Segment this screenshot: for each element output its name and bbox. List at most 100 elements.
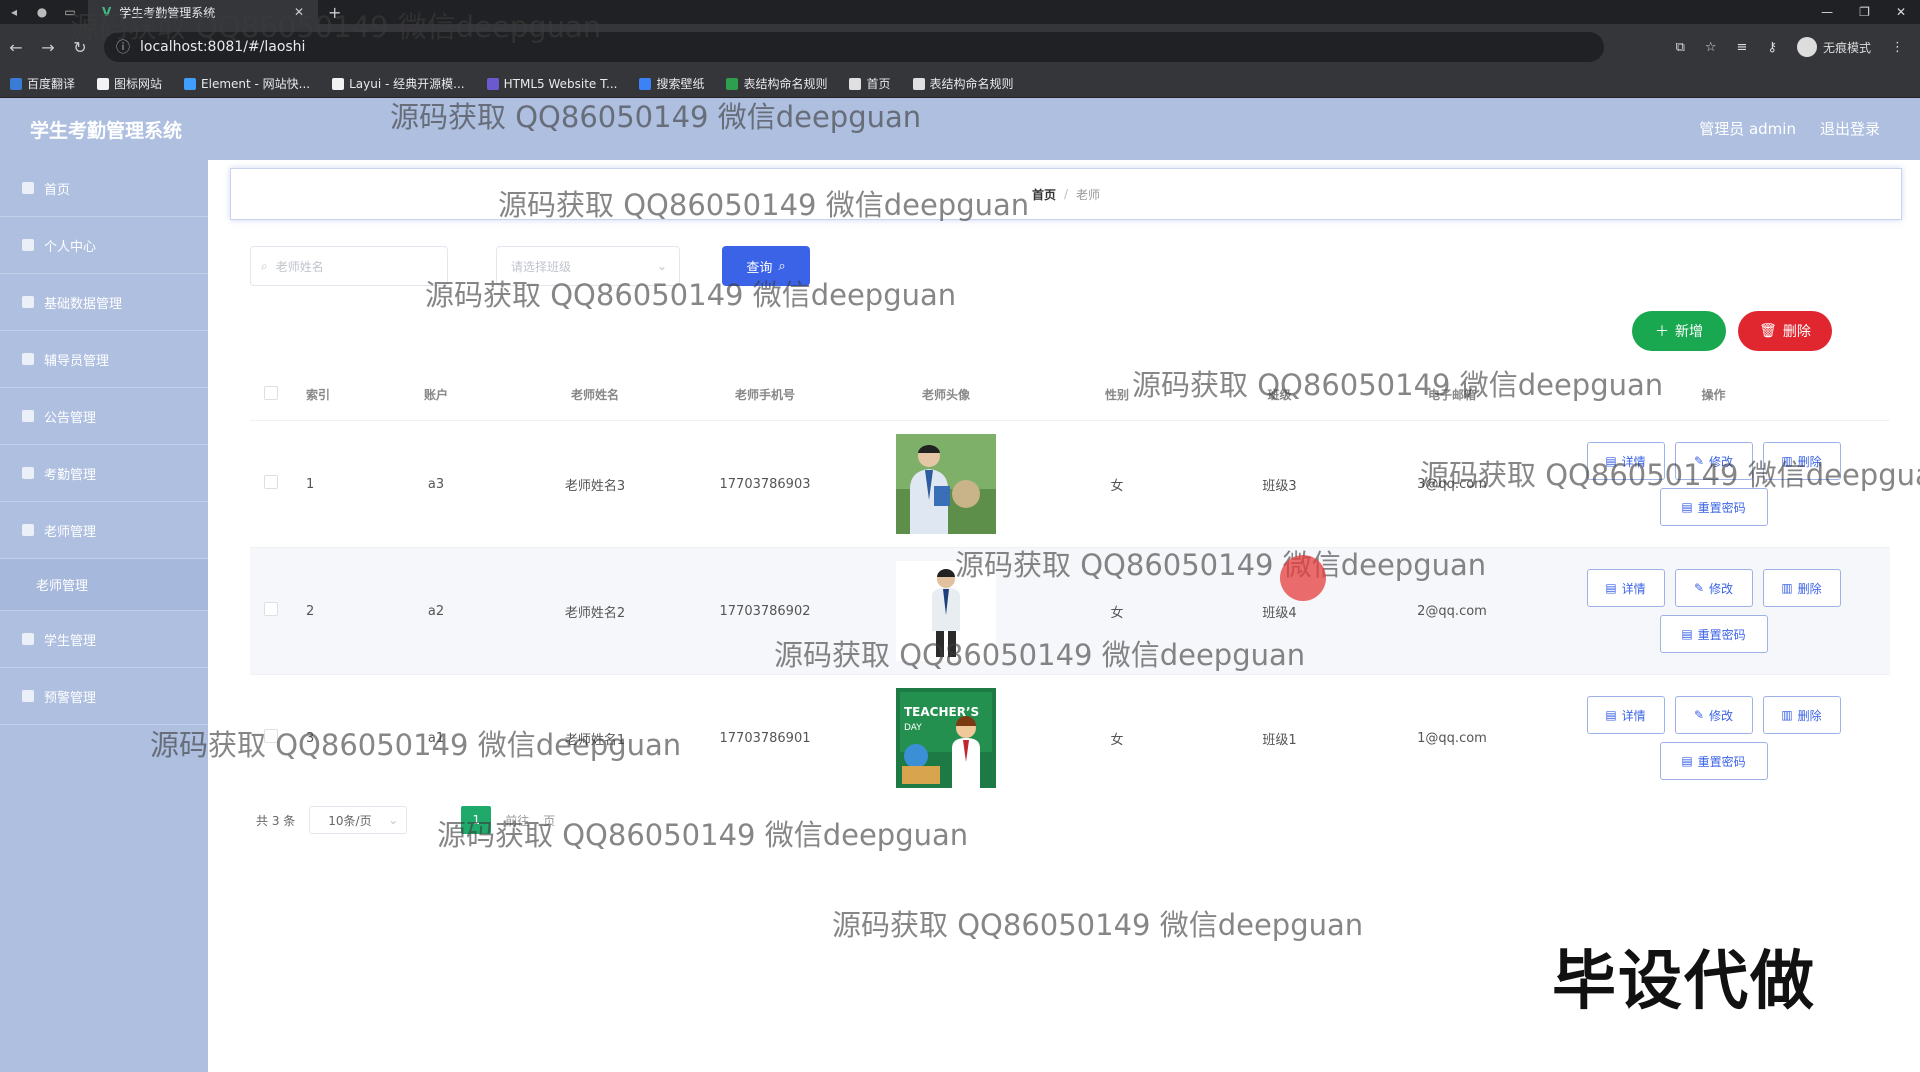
add-button[interactable]: ＋ 新增	[1632, 311, 1726, 351]
sidebar-item[interactable]: 个人中心	[0, 217, 208, 274]
url-input[interactable]: ⓘ localhost:8081/#/laoshi	[104, 32, 1604, 62]
page-size-select[interactable]: 10条/页 ⌄	[309, 806, 408, 834]
pencil-icon: ✎	[1693, 708, 1705, 722]
detail-button[interactable]: ▤ 详情	[1586, 569, 1665, 607]
browser-tab[interactable]: V 学生考勤管理系统 ✕	[88, 0, 318, 24]
bookmark-label: Element - 网站快...	[201, 77, 311, 91]
page-goto-label: 前往	[505, 813, 530, 828]
page-number-current[interactable]: 1	[461, 806, 492, 834]
url-text: localhost:8081/#/laoshi	[140, 39, 306, 55]
info-icon[interactable]: ⓘ	[116, 37, 130, 57]
page-size-value: 10条/页	[328, 813, 372, 828]
file-icon: ▤	[1681, 754, 1693, 768]
menu-icon	[22, 467, 34, 479]
key-icon[interactable]: ⚷	[1767, 40, 1777, 55]
file-icon: ▤	[1605, 708, 1617, 722]
app: 学生考勤管理系统 管理员 admin 退出登录 首页 个人中心 基础数据管理 辅导员管…	[0, 98, 1920, 1072]
reset-password-button[interactable]: ▤ 重置密码	[1659, 488, 1768, 526]
sidebar-item[interactable]: 公告管理	[0, 388, 208, 445]
edit-button[interactable]: ✎ 修改	[1674, 696, 1753, 734]
cell-operations: ▤ 详情 ✎ 修改 ▥ 删除 ▤ 重置密码	[1537, 696, 1890, 780]
row-checkbox[interactable]	[264, 602, 278, 616]
sidebar-item-label: 首页	[44, 182, 71, 198]
sidebar-item[interactable]: 基础数据管理	[0, 274, 208, 331]
sidebar-item[interactable]: 预警管理	[0, 668, 208, 725]
edit-button[interactable]: ✎ 修改	[1674, 569, 1753, 607]
sidebar-item[interactable]: 首页	[0, 160, 208, 217]
table-row: 2 a2 老师姓名2 17703786902 女 班级4 2@qq.com ▤ 详情 ✎ 修改 ▥ 删除…	[250, 547, 1890, 674]
sidebar-item[interactable]: 老师管理	[0, 502, 208, 559]
incognito-icon	[1796, 37, 1817, 57]
current-user: 管理员 admin	[1699, 120, 1796, 138]
row-checkbox[interactable]	[264, 729, 278, 743]
sidebar-item[interactable]: 辅导员管理	[0, 331, 208, 388]
sidebar-item[interactable]: 考勤管理	[0, 445, 208, 502]
window-controls: — ❐ ✕	[1821, 5, 1920, 19]
table-header: 索引 账户 老师姓名 老师手机号 老师头像 性别 班级 电子邮箱 操作	[250, 368, 1890, 420]
menu-icon[interactable]: ⋮	[1891, 40, 1904, 55]
reset-password-label: 重置密码	[1697, 500, 1746, 515]
row-delete-button[interactable]: ▥ 删除	[1762, 696, 1841, 734]
cell-teacher-name: 老师姓名1	[564, 732, 626, 748]
bookmark-item[interactable]: 百度翻译	[10, 75, 75, 92]
bookmark-item[interactable]: Element - 网站快...	[184, 75, 310, 92]
ops-row: ▤ 详情 ✎ 修改 ▥ 删除	[1586, 442, 1841, 480]
back-icon[interactable]: ←	[0, 38, 32, 57]
star-icon[interactable]: ☆	[1705, 40, 1717, 55]
pagination-total: 共 3 条	[256, 813, 296, 828]
file-icon: ▤	[1605, 454, 1617, 468]
bookmark-item[interactable]: 表结构命名规则	[912, 75, 1014, 92]
column-header: 电子邮箱	[1427, 387, 1476, 402]
column-header: 性别	[1104, 387, 1129, 402]
translate-icon[interactable]: ⧉	[1676, 40, 1685, 55]
file-icon: ▤	[1681, 500, 1693, 514]
detail-button[interactable]: ▤ 详情	[1586, 696, 1665, 734]
bookmark-icon	[10, 77, 22, 90]
row-delete-button[interactable]: ▥ 删除	[1762, 442, 1841, 480]
teacher-avatar	[896, 434, 996, 534]
bookmark-item[interactable]: 搜索壁纸	[639, 75, 704, 92]
reset-password-button[interactable]: ▤ 重置密码	[1659, 742, 1768, 780]
tab-close-icon[interactable]: ✕	[294, 5, 304, 19]
query-button[interactable]: 查询 ⌕	[722, 246, 810, 286]
chrome-icon[interactable]: ●	[28, 5, 56, 19]
sidebar-subitem-teacher[interactable]: 老师管理	[0, 559, 208, 611]
edit-button[interactable]: ✎ 修改	[1674, 442, 1753, 480]
bookmark-label: Layui - 经典开源模...	[349, 77, 465, 91]
reading-list-icon[interactable]: ≡	[1737, 40, 1748, 55]
detail-button-label: 详情	[1621, 581, 1646, 596]
row-checkbox[interactable]	[264, 475, 278, 489]
sidebar-item-label: 预警管理	[44, 690, 97, 706]
incognito-label: 无痕模式	[1822, 40, 1871, 55]
bookmark-item[interactable]: 图标网站	[97, 75, 162, 92]
bookmark-item[interactable]: 首页	[849, 75, 891, 92]
bookmark-item[interactable]: HTML5 Website T...	[486, 77, 617, 91]
audio-icon[interactable]: ◂	[0, 5, 28, 19]
breadcrumb-home[interactable]: 首页	[1032, 186, 1056, 203]
window-close-icon[interactable]: ✕	[1896, 5, 1906, 19]
reload-icon[interactable]: ↻	[64, 38, 96, 57]
class-select-placeholder: 请选择班级	[511, 259, 572, 274]
detail-button[interactable]: ▤ 详情	[1586, 442, 1665, 480]
teacher-name-search-input[interactable]: ⌕ 老师姓名	[250, 246, 448, 286]
reset-password-button[interactable]: ▤ 重置密码	[1659, 615, 1768, 653]
column-header: 账户	[423, 387, 448, 402]
row-checkbox-cell	[250, 475, 292, 493]
bookmark-item[interactable]: Layui - 经典开源模...	[332, 75, 465, 92]
batch-delete-button[interactable]: 🗑 删除	[1738, 311, 1832, 351]
logout-link[interactable]: 退出登录	[1820, 118, 1880, 139]
cell-account: a1	[427, 730, 445, 746]
restore-icon[interactable]: ❐	[1859, 5, 1870, 19]
incognito-badge[interactable]: 无痕模式	[1796, 37, 1871, 57]
tab-strip-icon[interactable]: ▭	[56, 5, 84, 19]
bookmark-item[interactable]: 表结构命名规则	[726, 75, 827, 92]
new-tab-icon[interactable]: +	[328, 3, 341, 22]
minimize-icon[interactable]: —	[1821, 5, 1833, 19]
sidebar-item-label: 个人中心	[44, 239, 97, 255]
class-select[interactable]: 请选择班级 ⌄	[496, 246, 680, 286]
trash-icon: ▥	[1781, 708, 1793, 722]
select-all-checkbox[interactable]	[264, 385, 278, 400]
forward-icon[interactable]: →	[32, 38, 64, 57]
sidebar-item[interactable]: 学生管理	[0, 611, 208, 668]
row-delete-button[interactable]: ▥ 删除	[1762, 569, 1841, 607]
